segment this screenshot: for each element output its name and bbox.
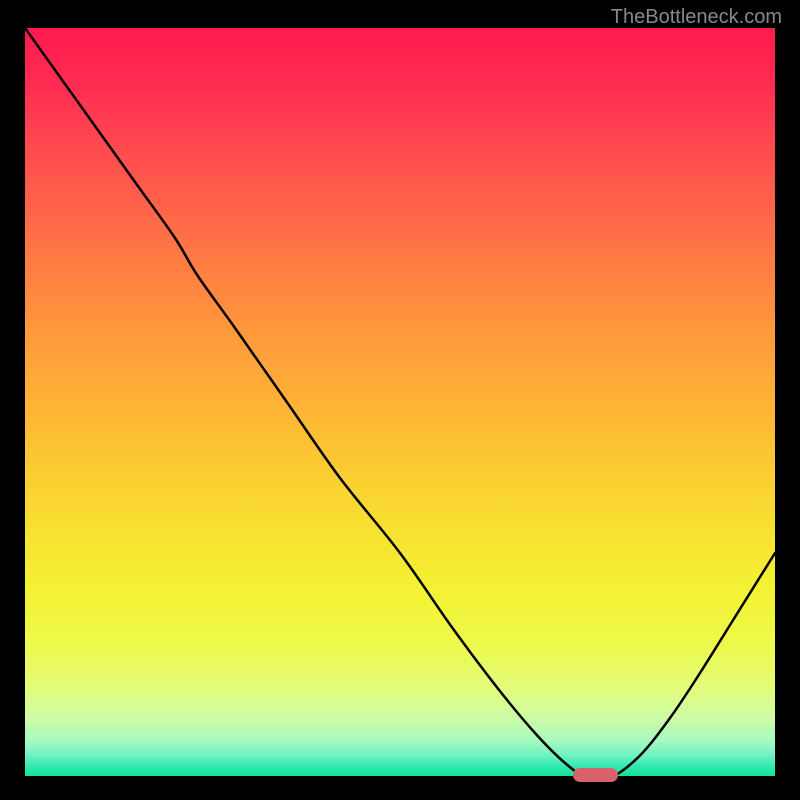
watermark-text: TheBottleneck.com — [611, 6, 782, 29]
bottleneck-curve — [25, 28, 775, 778]
x-axis-line — [25, 776, 775, 779]
chart-plot-area — [25, 28, 775, 778]
optimal-marker — [573, 768, 618, 782]
